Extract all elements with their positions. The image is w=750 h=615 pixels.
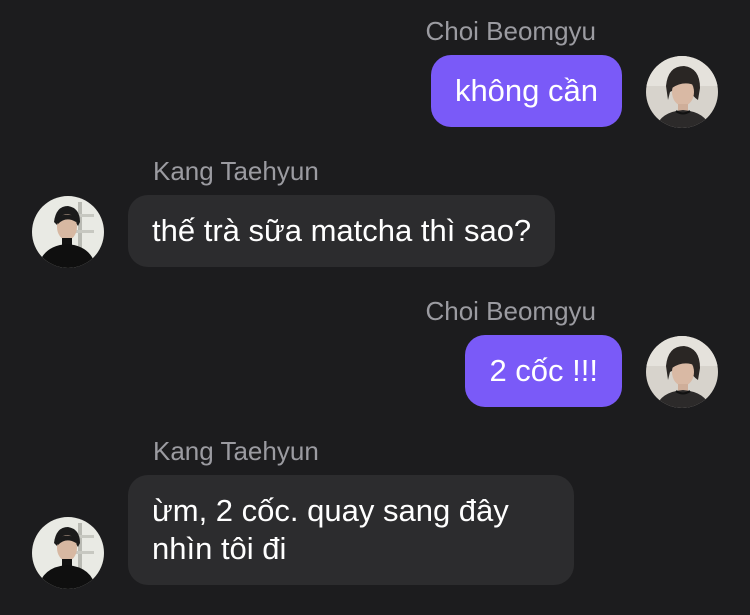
sender-name: Choi Beomgyu xyxy=(425,16,596,46)
chat-thread: Choi Beomgyu không cần Kang Taehyun thế … xyxy=(0,0,750,615)
avatar[interactable] xyxy=(646,56,718,128)
sender-name: Kang Taehyun xyxy=(153,156,319,186)
message-bubble-outgoing[interactable]: 2 cốc !!! xyxy=(465,335,622,407)
avatar-photo-icon xyxy=(646,336,718,408)
message-bubble-incoming[interactable]: thế trà sữa matcha thì sao? xyxy=(128,195,556,267)
sender-name: Choi Beomgyu xyxy=(425,296,596,326)
avatar-photo-icon xyxy=(32,196,104,268)
sender-name: Kang Taehyun xyxy=(153,436,319,466)
avatar-photo-icon xyxy=(646,56,718,128)
avatar[interactable] xyxy=(646,336,718,408)
avatar[interactable] xyxy=(32,196,104,268)
message-bubble-incoming[interactable]: ừm, 2 cốc. quay sang đây nhìn tôi đi xyxy=(128,475,574,585)
avatar-photo-icon xyxy=(32,517,104,589)
message-bubble-outgoing[interactable]: không cần xyxy=(430,55,622,127)
avatar[interactable] xyxy=(32,517,104,589)
